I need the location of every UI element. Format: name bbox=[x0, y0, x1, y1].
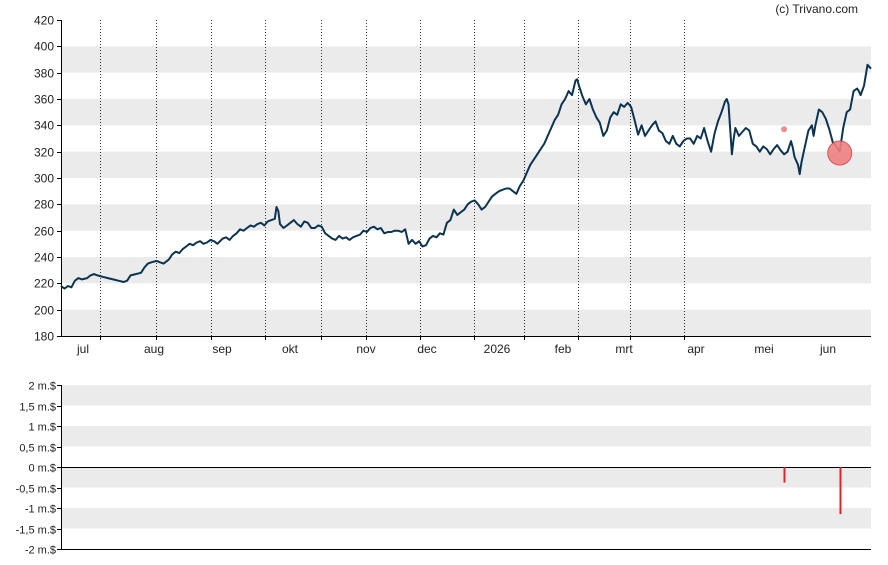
x-tick-label: aug bbox=[144, 342, 164, 356]
y-tick-label: 420 bbox=[34, 14, 54, 28]
volume-band bbox=[61, 426, 871, 447]
y-tick-label: 180 bbox=[34, 330, 54, 344]
x-tick-label: nov bbox=[356, 342, 375, 356]
volume-panel: 2 m.$ 1,5 m.$ 1 m.$ 0,5 m.$ 0 m.$ -0,5 m.$ -1 … bbox=[16, 381, 871, 557]
volume-y-tick-label: 2 m.$ bbox=[28, 381, 56, 393]
volume-band bbox=[61, 385, 871, 406]
grid-band bbox=[61, 257, 871, 284]
volume-band bbox=[61, 508, 871, 529]
y-tick-label: 240 bbox=[34, 251, 54, 265]
y-tick-label: 260 bbox=[34, 225, 54, 239]
y-tick-label: 300 bbox=[34, 172, 54, 186]
y-tick-label: 380 bbox=[34, 67, 54, 81]
y-tick-label: 360 bbox=[34, 93, 54, 107]
y-tick-label: 200 bbox=[34, 304, 54, 318]
grid-band bbox=[61, 46, 871, 73]
y-tick-label: 320 bbox=[34, 146, 54, 160]
volume-band bbox=[61, 467, 871, 488]
trade-marker bbox=[827, 140, 853, 166]
y-tick-label: 340 bbox=[34, 119, 54, 133]
stock-chart: jul aug sep okt nov dec 2026 feb mrt apr mei jun 180… bbox=[16, 14, 872, 557]
price-panel: jul aug sep okt nov dec 2026 feb mrt apr mei jun 180… bbox=[34, 14, 872, 356]
x-tick-label: okt bbox=[282, 342, 299, 356]
grid-band bbox=[61, 151, 871, 178]
volume-y-tick-label: -1,5 m.$ bbox=[16, 525, 56, 537]
y-tick-label: 280 bbox=[34, 198, 54, 212]
volume-y-tick-label: 1 m.$ bbox=[28, 422, 56, 434]
x-tick-label: dec bbox=[417, 342, 436, 356]
trade-marker bbox=[781, 126, 788, 133]
volume-y-tick-label: 0 m.$ bbox=[28, 463, 56, 475]
volume-y-tick-label: 1,5 m.$ bbox=[19, 402, 56, 414]
x-tick-label: jul bbox=[76, 342, 89, 356]
grid-band bbox=[61, 309, 871, 336]
y-tick-label: 220 bbox=[34, 277, 54, 291]
x-tick-label: 2026 bbox=[484, 342, 511, 356]
grid-band bbox=[61, 99, 871, 126]
x-tick-label: jun bbox=[819, 342, 836, 356]
x-tick-label: apr bbox=[687, 342, 704, 356]
x-tick-label: sep bbox=[212, 342, 232, 356]
volume-y-tick-label: -2 m.$ bbox=[25, 545, 56, 557]
x-tick-label: mei bbox=[754, 342, 773, 356]
volume-y-tick-label: 0,5 m.$ bbox=[19, 443, 56, 455]
y-tick-label: 400 bbox=[34, 40, 54, 54]
volume-y-tick-label: -0,5 m.$ bbox=[16, 484, 56, 496]
x-tick-label: mrt bbox=[615, 342, 633, 356]
volume-y-tick-label: -1 m.$ bbox=[25, 504, 56, 516]
x-tick-label: feb bbox=[555, 342, 572, 356]
